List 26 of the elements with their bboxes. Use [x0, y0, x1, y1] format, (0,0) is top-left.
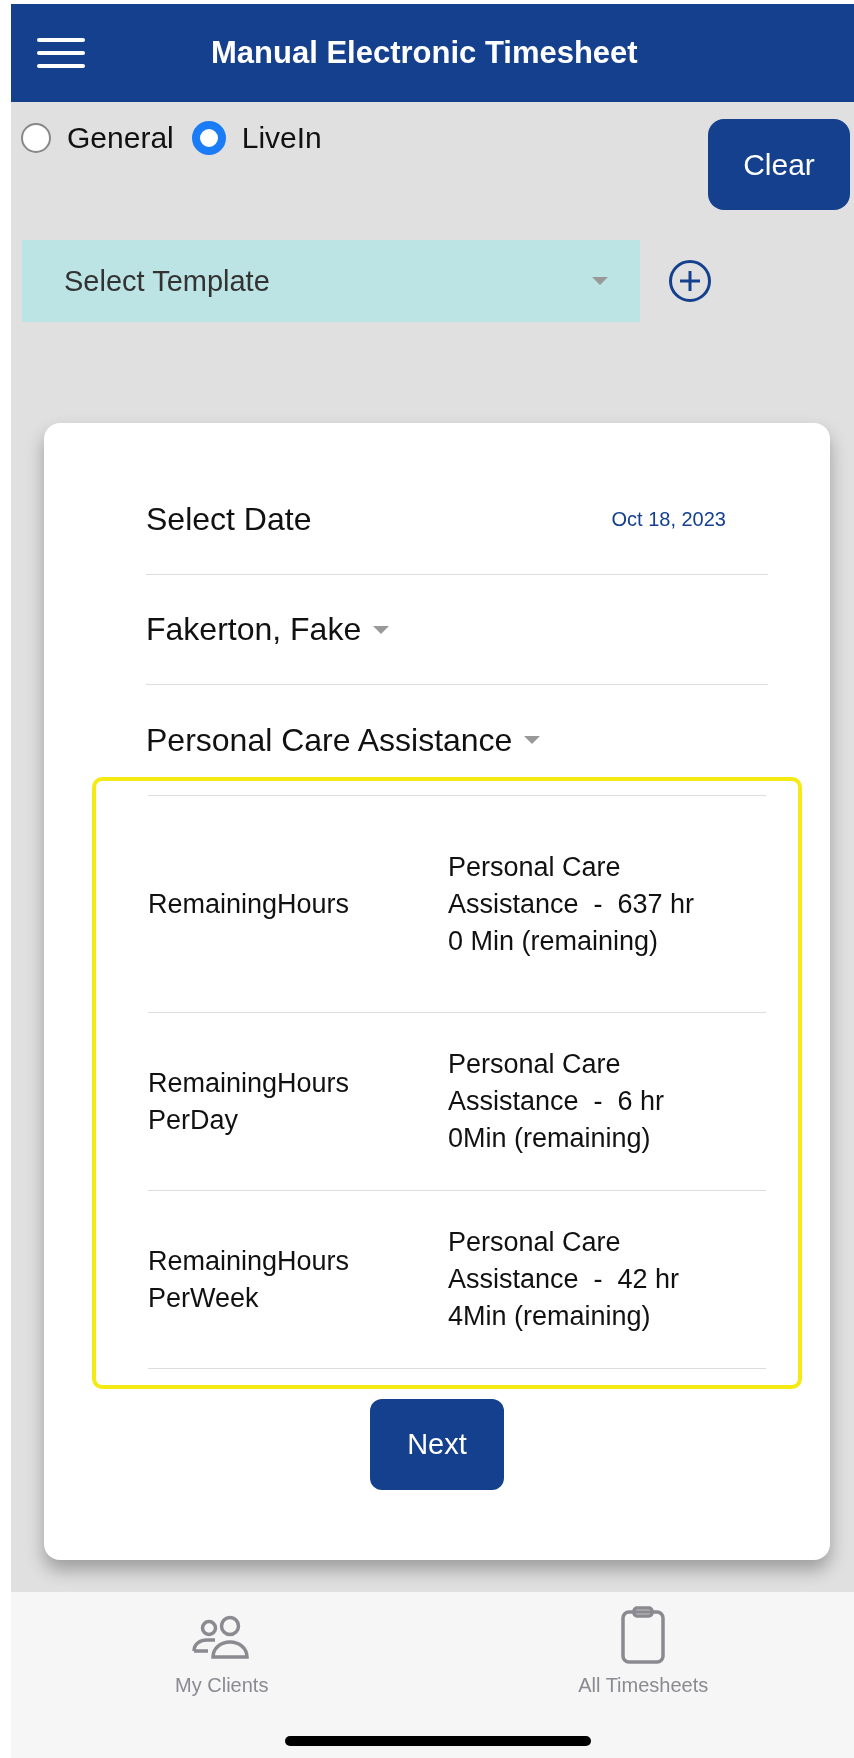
next-button[interactable]: Next — [370, 1399, 504, 1490]
info-label: RemainingHours PerDay — [148, 1066, 351, 1137]
template-placeholder: Select Template — [64, 264, 270, 298]
radio-button[interactable] — [191, 121, 226, 155]
radio-label: LiveIn — [241, 121, 322, 155]
clipboard-icon — [621, 1606, 666, 1664]
info-value: Personal Care Assistance - 6 hr 0Min (remaining) — [448, 1048, 666, 1155]
clear-button[interactable]: Clear — [708, 119, 850, 210]
info-label: RemainingHours PerWeek — [148, 1244, 351, 1315]
radio-label: General — [67, 121, 174, 155]
caret-icon — [371, 624, 392, 635]
info-label: RemainingHours — [148, 887, 351, 921]
service-dropdown[interactable]: Personal Care Assistance — [146, 721, 543, 759]
screen-title: Manual Electronic Timesheet — [211, 35, 638, 71]
menu-icon — [37, 38, 85, 68]
date-link[interactable]: Oct 18, 2023 — [611, 508, 726, 531]
field-label: Select Date — [146, 501, 312, 538]
client-dropdown[interactable]: Fakerton, Fake — [146, 611, 392, 648]
add-button[interactable] — [668, 259, 712, 303]
radio-button[interactable] — [21, 123, 51, 153]
caret-icon — [590, 276, 610, 286]
caret-icon — [522, 735, 543, 745]
info-value: Personal Care Assistance - 637 hr 0 Min (remaining) — [448, 850, 696, 958]
template-dropdown[interactable]: Select Template — [22, 240, 640, 322]
plus-circle-icon — [668, 259, 712, 303]
info-value: Personal Care Assistance - 42 hr 4Min (remaining) — [448, 1226, 681, 1333]
